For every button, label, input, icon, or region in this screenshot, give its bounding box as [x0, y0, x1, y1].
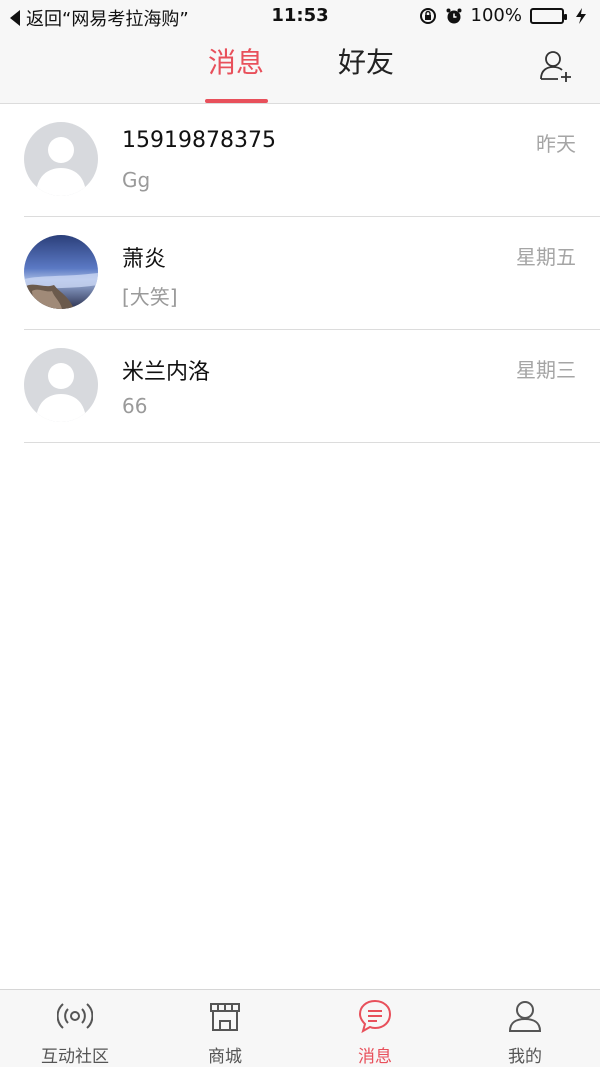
- message-preview: Gg: [122, 168, 151, 192]
- tabbar-item-community[interactable]: 互动社区: [0, 990, 150, 1067]
- battery-percent: 100%: [470, 5, 522, 26]
- divider: [24, 442, 600, 443]
- charging-bolt-icon: [572, 7, 590, 25]
- default-avatar-icon: [24, 348, 98, 422]
- avatar: [24, 122, 98, 196]
- message-row[interactable]: 15919878375 Gg 昨天: [0, 104, 600, 217]
- tabbar-label: 我的: [508, 1047, 542, 1067]
- chat-icon: [358, 999, 392, 1034]
- broadcast-icon: [57, 1003, 93, 1029]
- active-tab-indicator: [205, 99, 268, 103]
- message-time: 星期三: [516, 358, 576, 382]
- add-user-icon: [540, 51, 571, 82]
- message-preview: 66: [122, 394, 148, 418]
- contact-name: 15919878375: [122, 128, 276, 153]
- tabbar-label: 商城: [208, 1047, 242, 1067]
- battery-icon: [530, 7, 567, 24]
- tabbar-item-mine[interactable]: 我的: [450, 990, 600, 1067]
- header-tabs: 消息 好友: [0, 34, 600, 104]
- message-row[interactable]: 米兰内洛 66 星期三: [0, 330, 600, 443]
- add-friend-button[interactable]: [538, 48, 574, 84]
- message-preview: [大笑]: [122, 285, 178, 309]
- tabbar-label: 互动社区: [41, 1047, 109, 1067]
- tab-messages[interactable]: 消息: [204, 44, 268, 102]
- alarm-icon: [445, 7, 463, 25]
- shop-icon: [210, 1003, 240, 1031]
- message-time: 昨天: [536, 132, 576, 156]
- message-row[interactable]: 萧炎 [大笑] 星期五: [0, 217, 600, 330]
- status-bar: 返回“网易考拉海购” 11:53 100%: [0, 0, 600, 34]
- user-icon: [508, 1001, 542, 1032]
- tab-friends[interactable]: 好友: [334, 44, 398, 102]
- rotation-lock-icon: [419, 7, 437, 25]
- avatar: [24, 235, 98, 309]
- message-time: 星期五: [516, 245, 576, 269]
- tabbar-item-shop[interactable]: 商城: [150, 990, 300, 1067]
- contact-name: 米兰内洛: [122, 360, 211, 385]
- avatar: [24, 348, 98, 422]
- tabbar-label: 消息: [358, 1047, 392, 1067]
- tabbar-item-messages[interactable]: 消息: [300, 990, 450, 1067]
- message-list: 15919878375 Gg 昨天 萧炎 [大笑] 星期五 米兰内洛 66 星期…: [0, 104, 600, 443]
- status-right: 100%: [419, 5, 590, 26]
- bottom-tab-bar: 互动社区 商城 消息 我的: [0, 989, 600, 1067]
- contact-name: 萧炎: [122, 247, 167, 272]
- default-avatar-icon: [24, 122, 98, 196]
- photo-avatar-icon: [24, 235, 98, 309]
